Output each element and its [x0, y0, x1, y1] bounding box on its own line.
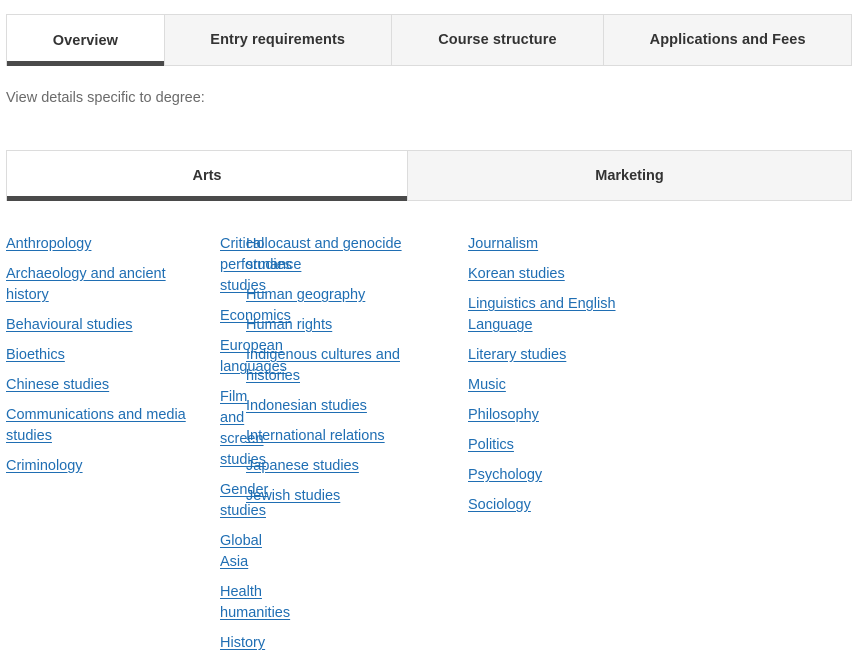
- major-link[interactable]: Politics: [468, 435, 651, 456]
- major-link[interactable]: Indonesian studies: [246, 396, 437, 417]
- major-link[interactable]: International relations: [246, 426, 437, 447]
- tab-marketing[interactable]: Marketing: [407, 151, 851, 201]
- tab-overview[interactable]: Overview: [6, 15, 164, 66]
- tab-entry-requirements-label: Entry requirements: [210, 32, 346, 48]
- major-link[interactable]: Japanese studies: [246, 456, 437, 477]
- major-link[interactable]: Indigenous cultures and histories: [246, 345, 437, 387]
- major-column-2: Critical performance studies Economics E…: [220, 236, 302, 651]
- tab-applications-and-fees[interactable]: Applications and Fees: [603, 15, 851, 66]
- major-link[interactable]: Literary studies: [468, 345, 651, 366]
- major-link[interactable]: Human geography: [246, 285, 437, 306]
- tab-arts-label: Arts: [192, 168, 222, 184]
- tab-arts[interactable]: Arts: [6, 151, 407, 201]
- intro-text: View details specific to degree:: [6, 90, 205, 106]
- major-link[interactable]: Jewish studies: [246, 486, 437, 507]
- degree-tab-bar: Arts Marketing: [6, 150, 852, 201]
- tab-entry-requirements[interactable]: Entry requirements: [163, 15, 391, 66]
- degree-overview-page: Overview Entry requirements Course struc…: [0, 0, 861, 651]
- major-link[interactable]: Philosophy: [468, 405, 651, 426]
- major-link[interactable]: Journalism: [468, 234, 651, 255]
- major-column-3: Holocaust and genocide studies Human geo…: [238, 234, 453, 654]
- major-link[interactable]: Music: [468, 375, 651, 396]
- primary-tab-bar: Overview Entry requirements Course struc…: [6, 14, 852, 66]
- tab-course-structure[interactable]: Course structure: [390, 15, 604, 66]
- major-link[interactable]: Sociology: [468, 495, 651, 516]
- major-link[interactable]: Linguistics and English Language: [468, 294, 651, 336]
- major-link[interactable]: Korean studies: [468, 264, 651, 285]
- tab-course-structure-label: Course structure: [438, 32, 557, 48]
- major-link[interactable]: Psychology: [468, 465, 651, 486]
- major-link-columns: Anthropology Archaeology and ancient his…: [0, 234, 861, 654]
- major-link[interactable]: Human rights: [246, 315, 437, 336]
- tab-applications-and-fees-label: Applications and Fees: [649, 32, 806, 48]
- tab-overview-label: Overview: [52, 32, 119, 49]
- tab-marketing-label: Marketing: [595, 167, 664, 184]
- major-link[interactable]: Holocaust and genocide studies: [246, 234, 437, 276]
- major-column-4: Journalism Korean studies Linguistics an…: [453, 234, 661, 654]
